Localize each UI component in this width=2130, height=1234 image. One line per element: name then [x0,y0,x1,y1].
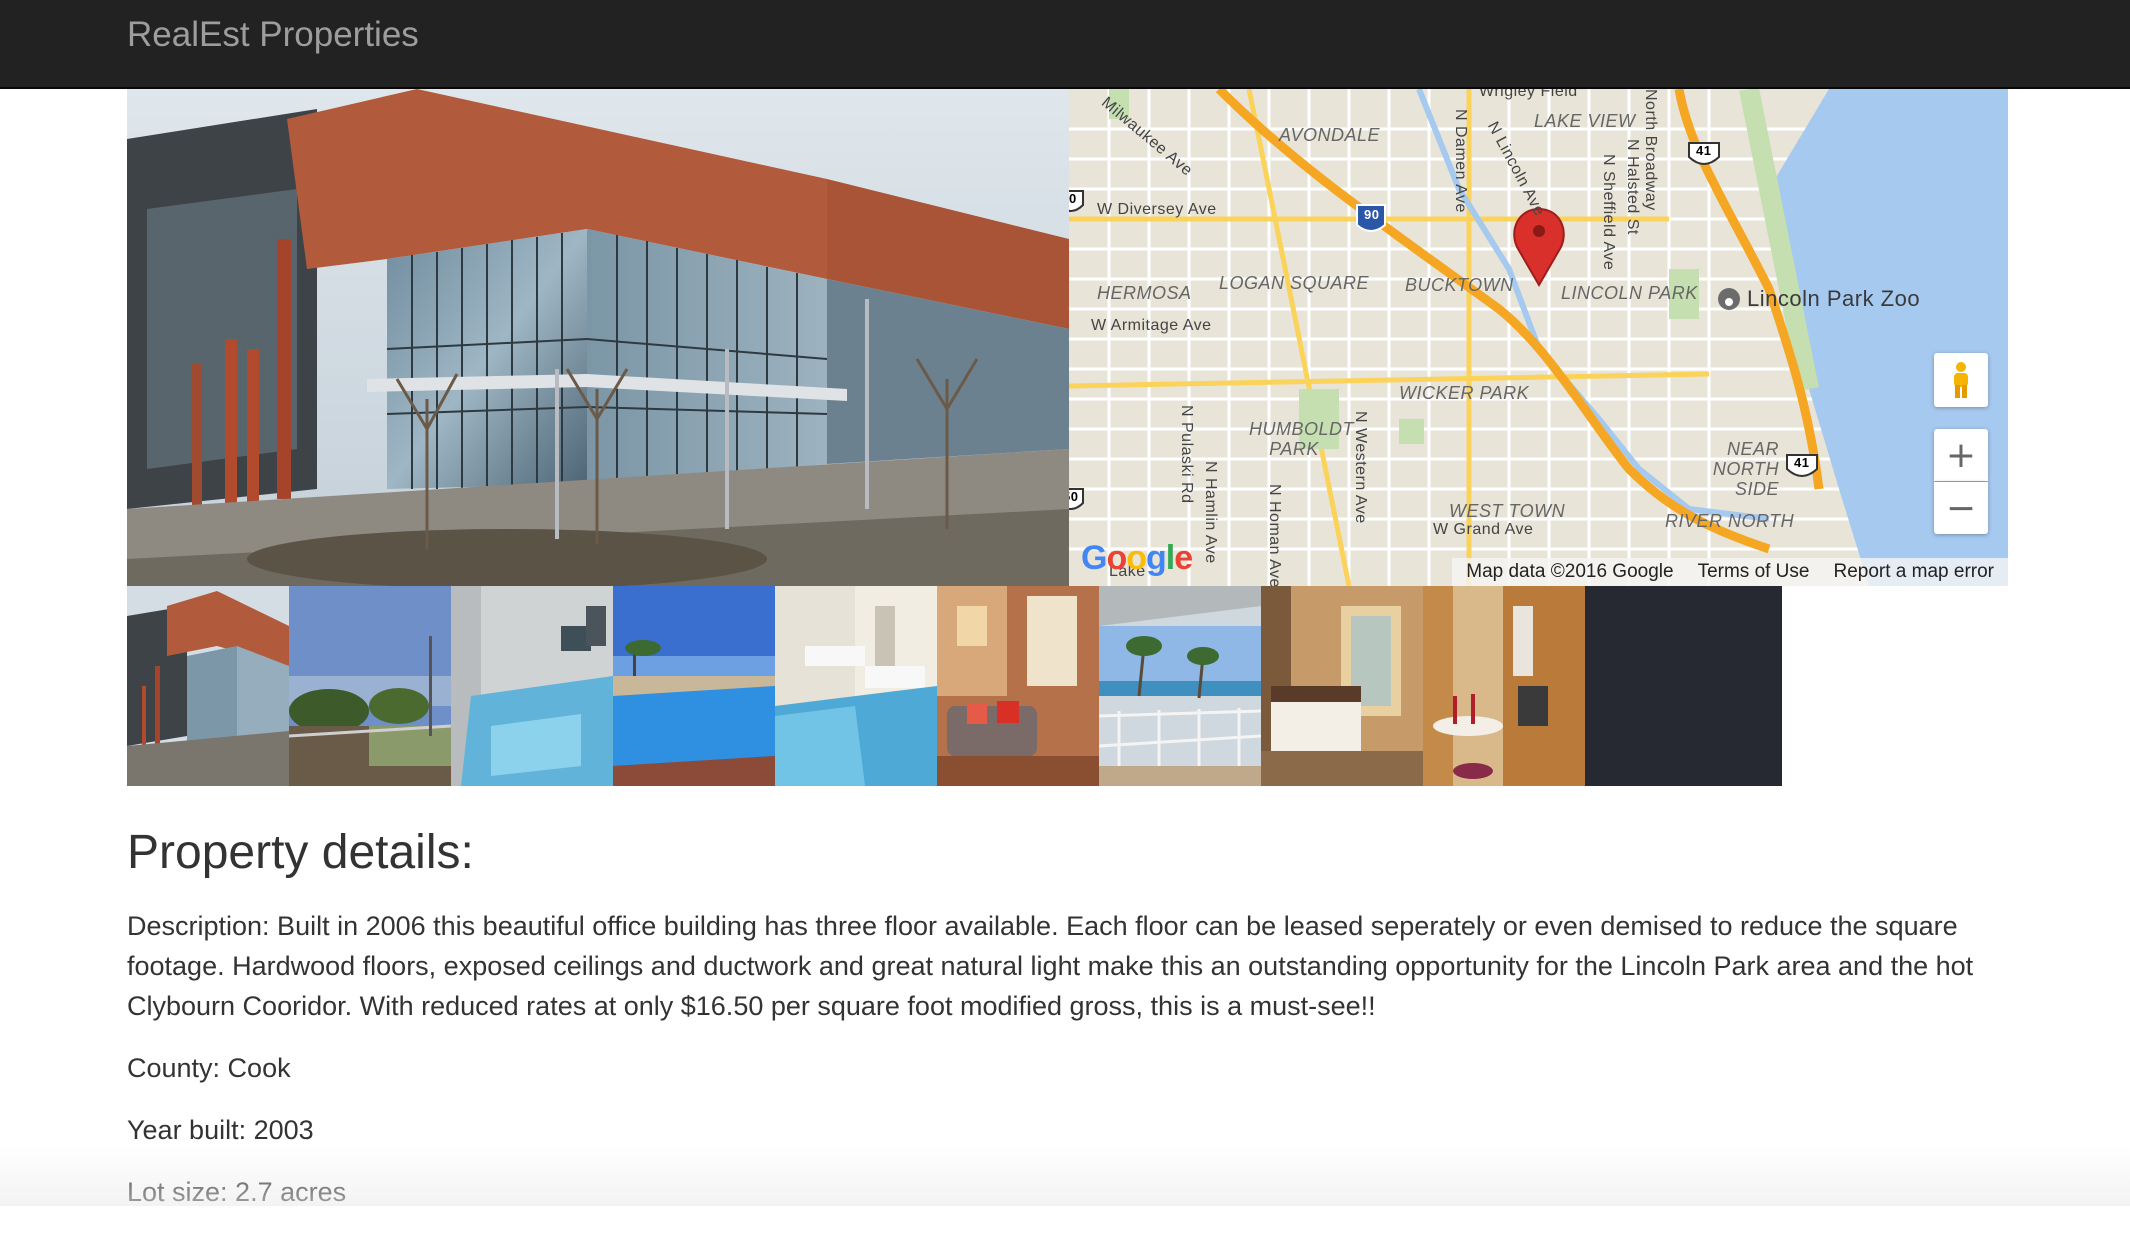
map-label-damen: N Damen Ave [1452,109,1469,213]
map-label-edge-0: 0 [1069,191,1077,206]
map-label-sheffield: N Sheffield Ave [1600,154,1617,271]
property-lot-size: Lot size: 2.7 acres [127,1177,347,1207]
navbar: RealEst Properties [0,0,2130,89]
map-label-hamlin: N Hamlin Ave [1202,461,1219,564]
property-location-map[interactable]: Wrigley Field Milwaukee Ave AVONDALE LAK… [1069,89,2008,586]
map-label-lincoln-park: LINCOLN PARK [1561,283,1698,303]
map-label-homan: N Homan Ave [1266,484,1283,586]
zoom-out-button[interactable]: − [1934,482,1988,534]
zoom-in-button[interactable]: + [1934,429,1988,481]
property-details-section: Property details: Description: Built in … [127,820,2007,1234]
map-label-pulaski: N Pulaski Rd [1178,405,1195,504]
map-label-avondale: AVONDALE [1279,125,1381,145]
map-label-edge-50: 50 [1069,489,1079,504]
map-label-us41-top: 41 [1696,143,1712,158]
map-label-broadway: North Broadway [1642,89,1659,211]
property-year-built: Year built: 2003 [127,1115,314,1145]
thumbnail-bedroom[interactable] [1261,586,1423,786]
map-label-wicker-park: WICKER PARK [1399,383,1530,403]
photo-thumbnail-strip [127,586,1782,786]
map-label-grand: W Grand Ave [1433,521,1534,538]
map-label-western: N Western Ave [1352,411,1369,524]
thumbnail-indoor-spa[interactable] [451,586,613,786]
thumbnail-kitchen[interactable] [1423,586,1585,786]
property-description: Description: Built in 2006 this beautifu… [127,911,1974,1021]
map-label-near-north-side: NEAR NORTH SIDE [1712,439,1779,499]
map-label-humboldt-park: HUMBOLDT PARK [1249,419,1355,459]
map-label-lake-view: LAKE VIEW [1534,111,1636,131]
thumbnail-building-exterior[interactable] [127,586,289,786]
property-details-heading: Property details: [127,826,474,879]
map-label-bucktown: BUCKTOWN [1405,275,1514,295]
terms-of-use-link[interactable]: Terms of Use [1698,561,1810,583]
map-attribution-bar: Map data ©2016 Google Terms of Use Repor… [1452,558,2008,586]
pegman-icon [1954,362,1968,398]
google-logo: Google [1081,539,1193,577]
map-label-logan-square: LOGAN SQUARE [1219,273,1370,293]
map-data-attribution: Map data ©2016 Google [1466,561,1674,582]
map-label-west-town: WEST TOWN [1449,501,1566,521]
map-label-i90: 90 [1364,207,1380,222]
map-label-wrigley: Wrigley Field [1479,89,1578,100]
thumbnail-poolside-lounge[interactable] [775,586,937,786]
property-county: County: Cook [127,1053,291,1083]
map-label-halsted: N Halsted St [1624,139,1641,235]
report-map-error-link[interactable]: Report a map error [1833,561,1994,583]
map-label-us41-bottom: 41 [1794,455,1810,470]
pegman-street-view-button[interactable] [1934,353,1988,407]
brand-link[interactable]: RealEst Properties [127,14,419,56]
map-label-hermosa: HERMOSA [1097,283,1192,303]
thumbnail-balcony-view[interactable] [1099,586,1261,786]
thumbnail-living-room[interactable] [937,586,1099,786]
map-label-armitage: W Armitage Ave [1091,317,1212,334]
main-property-photo [127,89,1069,586]
map-label-river-north: RIVER NORTH [1665,511,1795,531]
thumbnail-rooftop-deck[interactable] [289,586,451,786]
map-label-diversey: W Diversey Ave [1097,201,1217,218]
map-label-lincoln-park-zoo[interactable]: Lincoln Park Zoo [1747,286,1920,312]
thumbnail-outdoor-pool[interactable] [613,586,775,786]
